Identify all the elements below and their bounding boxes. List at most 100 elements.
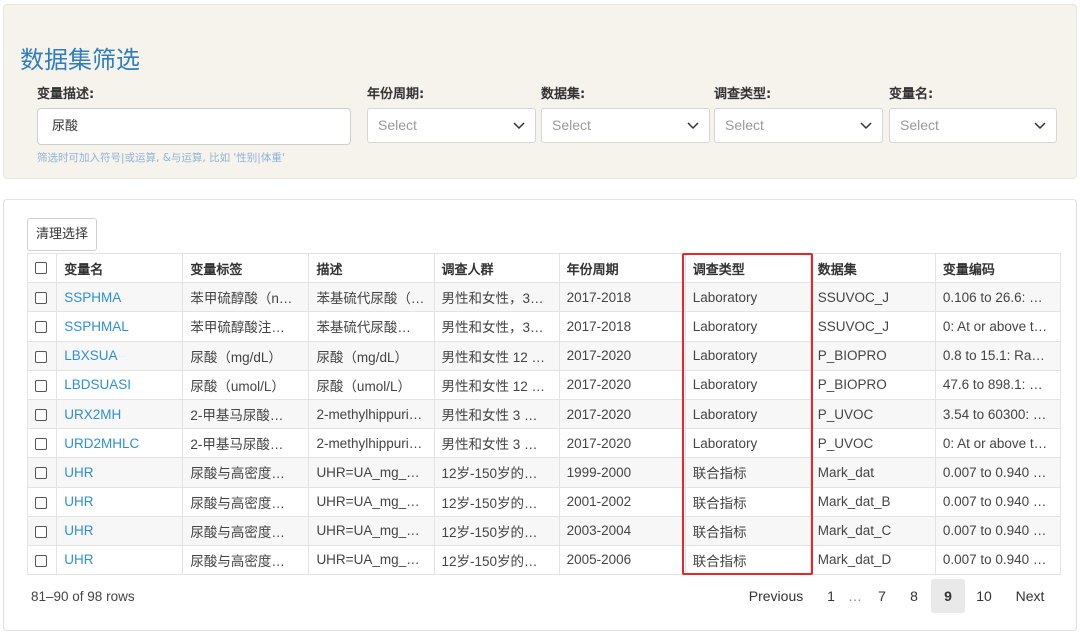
page-button-active[interactable]: 9 <box>931 579 965 613</box>
table-cell: 联合指标 <box>684 544 811 576</box>
variable-name-link[interactable]: URD2MHLC <box>56 428 184 459</box>
page-button[interactable]: 1 <box>821 579 841 613</box>
table-row[interactable]: UHR 尿酸与高密度… UHR=UA_mg_… 12岁-150岁的… 2005-2006… <box>26 544 1062 576</box>
row-checkbox[interactable] <box>26 457 58 488</box>
variable-name-link[interactable]: URX2MH <box>56 398 184 430</box>
column-header[interactable]: 调查类型 <box>684 252 811 284</box>
table-cell: 男性和女性 3 … <box>433 398 560 430</box>
year-period-select[interactable]: Select <box>367 108 536 143</box>
table-cell: 苯基硫代尿酸（… <box>308 282 435 313</box>
variable-name-link[interactable]: SSPHMAL <box>56 311 184 342</box>
variable-name-link[interactable]: SSPHMA <box>56 282 184 313</box>
row-checkbox[interactable] <box>26 340 58 371</box>
table-cell: 2-methylhippuri… <box>308 428 435 459</box>
table-header-row: 变量名 变量标签 描述 调查人群 年份周期 调查类型 数据集 变量编码 <box>26 252 1062 284</box>
table-cell: Laboratory <box>684 428 811 459</box>
table-row[interactable]: SSPHMA 苯甲硫醇酸（n… 苯基硫代尿酸（… 男性和女性，3… 2017-2018 L… <box>26 282 1062 313</box>
row-checkbox[interactable] <box>26 486 58 517</box>
table-cell: 2017-2018 <box>558 311 686 342</box>
variable-name-link[interactable]: LBXSUA <box>56 340 184 371</box>
select-all-checkbox[interactable] <box>26 252 58 284</box>
page-button[interactable]: 10 <box>971 579 997 613</box>
table-cell: 尿酸与高密度… <box>182 457 310 488</box>
table-row[interactable]: URX2MH 2-甲基马尿酸… 2-methylhippuri… 男性和女性 3 … 2… <box>26 398 1062 430</box>
table-cell: 0: At or above t… <box>934 311 1062 342</box>
table-cell: 2017-2020 <box>558 428 686 459</box>
row-checkbox[interactable] <box>26 282 58 313</box>
table-cell: 尿酸与高密度… <box>182 486 310 517</box>
table-row[interactable]: UHR 尿酸与高密度… UHR=UA_mg_… 12岁-150岁的… 2003-2004… <box>26 515 1062 546</box>
dataset-label: 数据集: <box>541 87 586 102</box>
table-cell: 2005-2006 <box>558 544 686 576</box>
dataset-select[interactable]: Select <box>541 108 710 143</box>
variable-name-link[interactable]: LBDSUASI <box>56 369 184 400</box>
table-row[interactable]: SSPHMAL 苯甲硫醇酸注… 苯基硫代尿酸… 男性和女性，3… 2017-2018 La… <box>26 311 1062 342</box>
table-row[interactable]: UHR 尿酸与高密度… UHR=UA_mg_… 12岁-150岁的… 1999-2000… <box>26 457 1062 488</box>
table-cell: 尿酸与高密度… <box>182 515 310 546</box>
column-header[interactable]: 调查人群 <box>433 252 560 284</box>
table-row[interactable]: URD2MHLC 2-甲基马尿酸… 2-methylhippuri… 男性和女性 3 … <box>26 428 1062 459</box>
table-cell: Mark_dat_C <box>809 515 936 546</box>
table-cell: 联合指标 <box>684 486 811 517</box>
table-cell: 12岁-150岁的… <box>433 457 560 488</box>
variable-name-link[interactable]: UHR <box>56 544 184 576</box>
column-header[interactable]: 变量标签 <box>182 252 310 284</box>
page-button[interactable]: 8 <box>902 579 926 613</box>
table-cell: UHR=UA_mg_… <box>308 486 435 517</box>
table-cell: 尿酸（mg/dL） <box>308 340 435 371</box>
survey-type-select[interactable]: Select <box>714 108 883 143</box>
table-cell: 0.007 to 0.940 … <box>934 544 1062 576</box>
table-cell: 男性和女性，3… <box>433 311 560 342</box>
table-cell: 2-methylhippuri… <box>308 398 435 430</box>
table-cell: Laboratory <box>684 282 811 313</box>
table-cell: UHR=UA_mg_… <box>308 515 435 546</box>
page-button[interactable]: 7 <box>871 579 893 613</box>
table-cell: 47.6 to 898.1: … <box>934 369 1062 400</box>
variable-name-label: 变量名: <box>889 87 934 102</box>
next-page-button[interactable]: Next <box>1010 579 1050 613</box>
variable-desc-input[interactable]: 尿酸 <box>37 108 351 145</box>
column-header[interactable]: 数据集 <box>809 252 936 284</box>
table-cell: 2003-2004 <box>558 515 686 546</box>
page-title: 数据集筛选 <box>20 46 140 74</box>
table-row[interactable]: LBDSUASI 尿酸（umol/L） 尿酸（umol/L） 男性和女性 12 … 20… <box>26 369 1062 400</box>
table-cell: SSUVOC_J <box>809 311 936 342</box>
table-cell: SSUVOC_J <box>809 282 936 313</box>
table-row[interactable]: UHR 尿酸与高密度… UHR=UA_mg_… 12岁-150岁的… 2001-2002… <box>26 486 1062 517</box>
table-cell: Laboratory <box>684 398 811 430</box>
table-cell: UHR=UA_mg_… <box>308 457 435 488</box>
table-row[interactable]: LBXSUA 尿酸（mg/dL） 尿酸（mg/dL） 男性和女性 12 … 2017-2… <box>26 340 1062 371</box>
column-header[interactable]: 描述 <box>308 252 435 284</box>
row-checkbox[interactable] <box>26 428 58 459</box>
table-cell: P_BIOPRO <box>809 340 936 371</box>
variable-name-link[interactable]: UHR <box>56 486 184 517</box>
variable-name-select[interactable]: Select <box>889 108 1057 143</box>
chevron-down-icon <box>1034 109 1046 130</box>
row-checkbox[interactable] <box>26 515 58 546</box>
table-cell: 2001-2002 <box>558 486 686 517</box>
table-cell: P_UVOC <box>809 398 936 430</box>
column-header[interactable]: 变量编码 <box>934 252 1062 284</box>
table-cell: 男性和女性，3… <box>433 282 560 313</box>
column-header[interactable]: 变量名 <box>56 252 184 284</box>
table-cell: UHR=UA_mg_… <box>308 544 435 576</box>
table-cell: 尿酸与高密度… <box>182 544 310 576</box>
variable-name-link[interactable]: UHR <box>56 457 184 488</box>
table-cell: 2-甲基马尿酸… <box>182 428 310 459</box>
table-cell: 男性和女性 12 … <box>433 369 560 400</box>
row-checkbox[interactable] <box>26 544 58 576</box>
row-checkbox[interactable] <box>26 398 58 430</box>
row-checkbox[interactable] <box>26 369 58 400</box>
table-cell: 男性和女性 3 … <box>433 428 560 459</box>
previous-page-button[interactable]: Previous <box>741 579 811 613</box>
row-checkbox[interactable] <box>26 311 58 342</box>
variable-name-link[interactable]: UHR <box>56 515 184 546</box>
table-cell: 苯甲硫醇酸（n… <box>182 282 310 313</box>
column-header[interactable]: 年份周期 <box>558 252 686 284</box>
clear-selection-button[interactable]: 清理选择 <box>27 218 98 251</box>
table-cell: Mark_dat_B <box>809 486 936 517</box>
table-cell: 2017-2020 <box>558 340 686 371</box>
variable-desc-label: 变量描述: <box>37 87 95 102</box>
table-cell: P_BIOPRO <box>809 369 936 400</box>
table-cell: Mark_dat_D <box>809 544 936 576</box>
